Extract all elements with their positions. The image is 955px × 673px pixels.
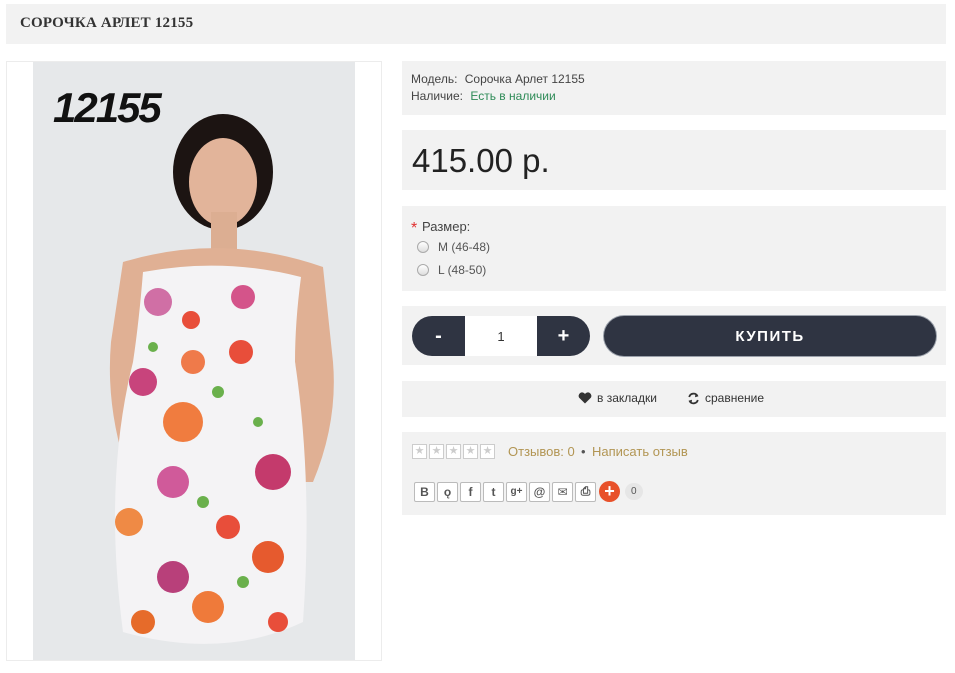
twitter-icon[interactable]: t bbox=[483, 481, 504, 502]
star-icon: ★ bbox=[446, 444, 461, 459]
facebook-icon[interactable]: f bbox=[460, 481, 481, 502]
size-option-l[interactable]: L (48-50) bbox=[417, 263, 486, 277]
quantity-input[interactable]: 1 bbox=[465, 316, 537, 356]
product-photo-illustration bbox=[33, 62, 355, 660]
product-price: 415.00 р. bbox=[412, 142, 550, 179]
buy-button[interactable]: КУПИТЬ bbox=[604, 316, 936, 356]
vk-icon[interactable]: B bbox=[414, 481, 435, 502]
product-title-bar: СОРОЧКА АРЛЕТ 12155 bbox=[6, 4, 946, 44]
bookmark-label: в закладки bbox=[597, 391, 657, 405]
size-radio-l[interactable] bbox=[417, 264, 429, 276]
availability-value: Есть в наличии bbox=[470, 89, 556, 103]
rating-stars: ★ ★ ★ ★ ★ bbox=[412, 444, 497, 459]
product-image-box[interactable]: 12155 bbox=[6, 61, 382, 661]
reviews-separator: • bbox=[581, 444, 586, 459]
model-row: Модель: Сорочка Арлет 12155 bbox=[411, 72, 585, 86]
star-icon: ★ bbox=[463, 444, 478, 459]
size-option-m[interactable]: M (46-48) bbox=[417, 240, 490, 254]
size-option-label: L (48-50) bbox=[438, 263, 487, 277]
quantity-plus-button[interactable]: + bbox=[537, 316, 590, 356]
star-icon: ★ bbox=[412, 444, 427, 459]
required-mark: * bbox=[411, 220, 418, 237]
size-radio-m[interactable] bbox=[417, 241, 429, 253]
print-icon[interactable]: ⎙ bbox=[575, 481, 596, 502]
availability-row: Наличие: Есть в наличии bbox=[411, 89, 556, 103]
cart-panel: - 1 + КУПИТЬ bbox=[402, 306, 946, 365]
options-panel: * Размер: M (46-48) L (48-50) bbox=[402, 206, 946, 291]
star-icon: ★ bbox=[480, 444, 495, 459]
product-info-panel: Модель: Сорочка Арлет 12155 Наличие: Ест… bbox=[402, 61, 946, 115]
refresh-icon bbox=[688, 392, 699, 404]
page-title: СОРОЧКА АРЛЕТ 12155 bbox=[20, 15, 194, 31]
model-label: Модель: bbox=[411, 72, 458, 86]
size-option-label: M (46-48) bbox=[438, 240, 491, 254]
star-icon: ★ bbox=[429, 444, 444, 459]
price-panel: 415.00 р. bbox=[402, 130, 946, 190]
reviews-panel: ★ ★ ★ ★ ★ Отзывов: 0 • Написать отзыв B … bbox=[402, 432, 946, 515]
quantity-stepper: - 1 + bbox=[412, 316, 590, 356]
compare-button[interactable]: сравнение bbox=[687, 391, 764, 405]
share-count: 0 bbox=[625, 483, 643, 500]
odnoklassniki-icon[interactable]: ǫ bbox=[437, 481, 458, 502]
model-value: Сорочка Арлет 12155 bbox=[464, 72, 585, 86]
mail-ru-icon[interactable]: @ bbox=[529, 481, 550, 502]
actions-panel: в закладки сравнение bbox=[402, 381, 946, 417]
product-photo[interactable]: 12155 bbox=[33, 62, 355, 660]
share-more-icon[interactable]: + bbox=[599, 481, 620, 502]
google-plus-icon[interactable]: g+ bbox=[506, 481, 527, 502]
compare-label: сравнение bbox=[705, 391, 765, 405]
size-label: Размер: bbox=[422, 219, 471, 234]
share-buttons: B ǫ f t g+ @ ✉ ⎙ + 0 bbox=[414, 481, 643, 502]
reviews-link[interactable]: Отзывов: 0 bbox=[508, 444, 575, 459]
quantity-minus-button[interactable]: - bbox=[412, 316, 465, 356]
email-icon[interactable]: ✉ bbox=[552, 481, 573, 502]
product-image-code: 12155 bbox=[53, 84, 162, 131]
write-review-link[interactable]: Написать отзыв bbox=[592, 444, 688, 459]
availability-label: Наличие: bbox=[411, 89, 464, 103]
heart-icon bbox=[578, 392, 592, 404]
bookmark-button[interactable]: в закладки bbox=[578, 391, 657, 405]
